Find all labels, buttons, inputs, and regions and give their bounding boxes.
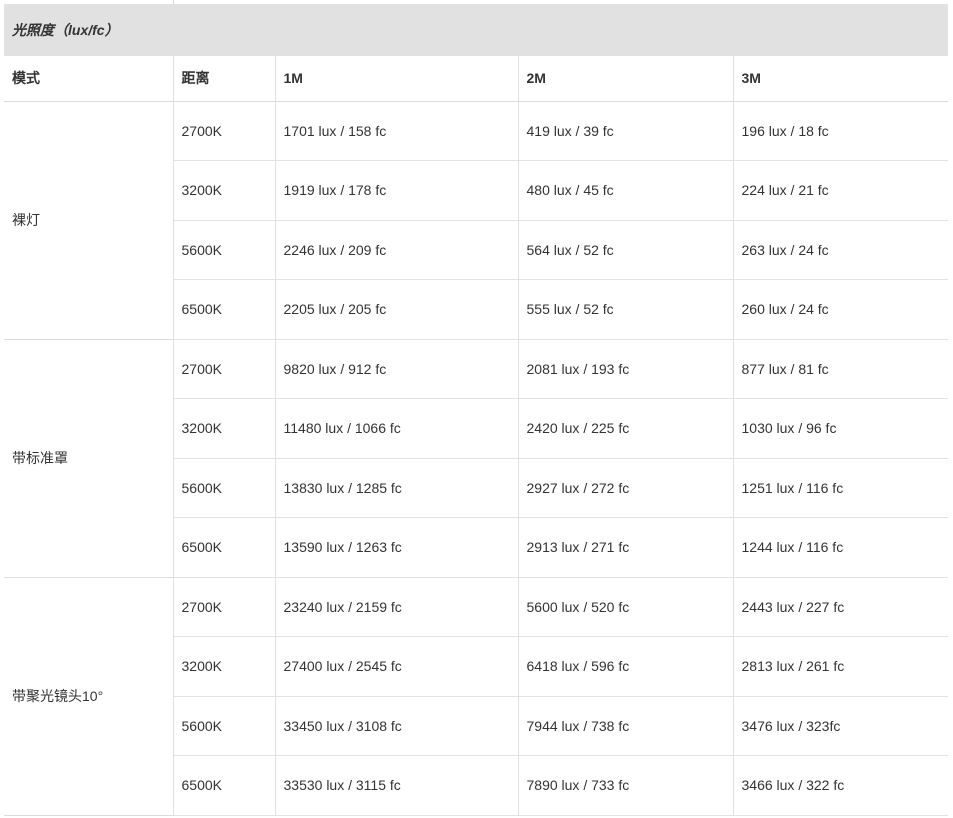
table-body: 裸灯 2700K 1701 lux / 158 fc 419 lux / 39 fc 1… [4,101,948,816]
value-1m-cell: 13590 lux / 1263 fc [275,517,519,578]
value-1m-cell: 2205 lux / 205 fc [275,279,519,340]
value-3m-cell: 196 lux / 18 fc [733,101,948,161]
value-2m-cell: 564 lux / 52 fc [518,220,734,280]
header-mode: 模式 [4,56,174,102]
value-2m-cell: 480 lux / 45 fc [518,160,734,221]
value-1m-cell: 33450 lux / 3108 fc [275,696,519,756]
distance-cell: 3200K [173,160,276,221]
value-3m-cell: 1244 lux / 116 fc [733,517,948,578]
value-1m-cell: 1701 lux / 158 fc [275,101,519,161]
value-2m-cell: 555 lux / 52 fc [518,279,734,340]
header-distance: 距离 [173,56,276,102]
value-2m-cell: 7890 lux / 733 fc [518,755,734,816]
header-1m: 1M [275,56,519,102]
value-3m-cell: 263 lux / 24 fc [733,220,948,280]
table-title: 光照度（lux/fc） [4,4,948,56]
distance-cell: 5600K [173,220,276,280]
value-3m-cell: 1030 lux / 96 fc [733,398,948,459]
mode-cell: 带聚光镜头10° [4,577,174,816]
value-2m-cell: 5600 lux / 520 fc [518,577,734,637]
table-row: 带标准罩 2700K 9820 lux / 912 fc 2081 lux / 193… [4,339,948,578]
value-3m-cell: 2813 lux / 261 fc [733,636,948,697]
value-3m-cell: 224 lux / 21 fc [733,160,948,221]
value-2m-cell: 419 lux / 39 fc [518,101,734,161]
value-3m-cell: 3466 lux / 322 fc [733,755,948,816]
illuminance-table: 光照度（lux/fc） 模式 距离 1M 2M 3M 裸灯 2700K 1701 l… [4,4,948,816]
value-3m-cell: 260 lux / 24 fc [733,279,948,340]
value-2m-cell: 7944 lux / 738 fc [518,696,734,756]
value-1m-cell: 23240 lux / 2159 fc [275,577,519,637]
value-2m-cell: 2420 lux / 225 fc [518,398,734,459]
distance-cell: 3200K [173,398,276,459]
header-3m: 3M [733,56,948,102]
distance-cell: 6500K [173,517,276,578]
distance-cell: 3200K [173,636,276,697]
mode-cell: 裸灯 [4,101,174,340]
distance-cell: 5600K [173,458,276,518]
distance-cell: 2700K [173,577,276,637]
distance-cell: 6500K [173,279,276,340]
distance-cell: 2700K [173,339,276,399]
value-1m-cell: 1919 lux / 178 fc [275,160,519,221]
value-2m-cell: 2081 lux / 193 fc [518,339,734,399]
value-3m-cell: 3476 lux / 323fc [733,696,948,756]
value-1m-cell: 9820 lux / 912 fc [275,339,519,399]
table-title-row: 光照度（lux/fc） [4,4,948,56]
value-1m-cell: 2246 lux / 209 fc [275,220,519,280]
table-row: 裸灯 2700K 1701 lux / 158 fc 419 lux / 39 fc 1… [4,101,948,340]
value-1m-cell: 13830 lux / 1285 fc [275,458,519,518]
distance-cell: 6500K [173,755,276,816]
value-2m-cell: 6418 lux / 596 fc [518,636,734,697]
header-2m: 2M [518,56,734,102]
value-3m-cell: 1251 lux / 116 fc [733,458,948,518]
value-1m-cell: 27400 lux / 2545 fc [275,636,519,697]
table-row: 带聚光镜头10° 2700K 23240 lux / 2159 fc 5600 lux… [4,577,948,816]
table-header-row: 模式 距离 1M 2M 3M [4,56,948,102]
value-2m-cell: 2927 lux / 272 fc [518,458,734,518]
value-1m-cell: 33530 lux / 3115 fc [275,755,519,816]
mode-cell: 带标准罩 [4,339,174,578]
value-1m-cell: 11480 lux / 1066 fc [275,398,519,459]
distance-cell: 5600K [173,696,276,756]
distance-cell: 2700K [173,101,276,161]
value-2m-cell: 2913 lux / 271 fc [518,517,734,578]
value-3m-cell: 2443 lux / 227 fc [733,577,948,637]
value-3m-cell: 877 lux / 81 fc [733,339,948,399]
